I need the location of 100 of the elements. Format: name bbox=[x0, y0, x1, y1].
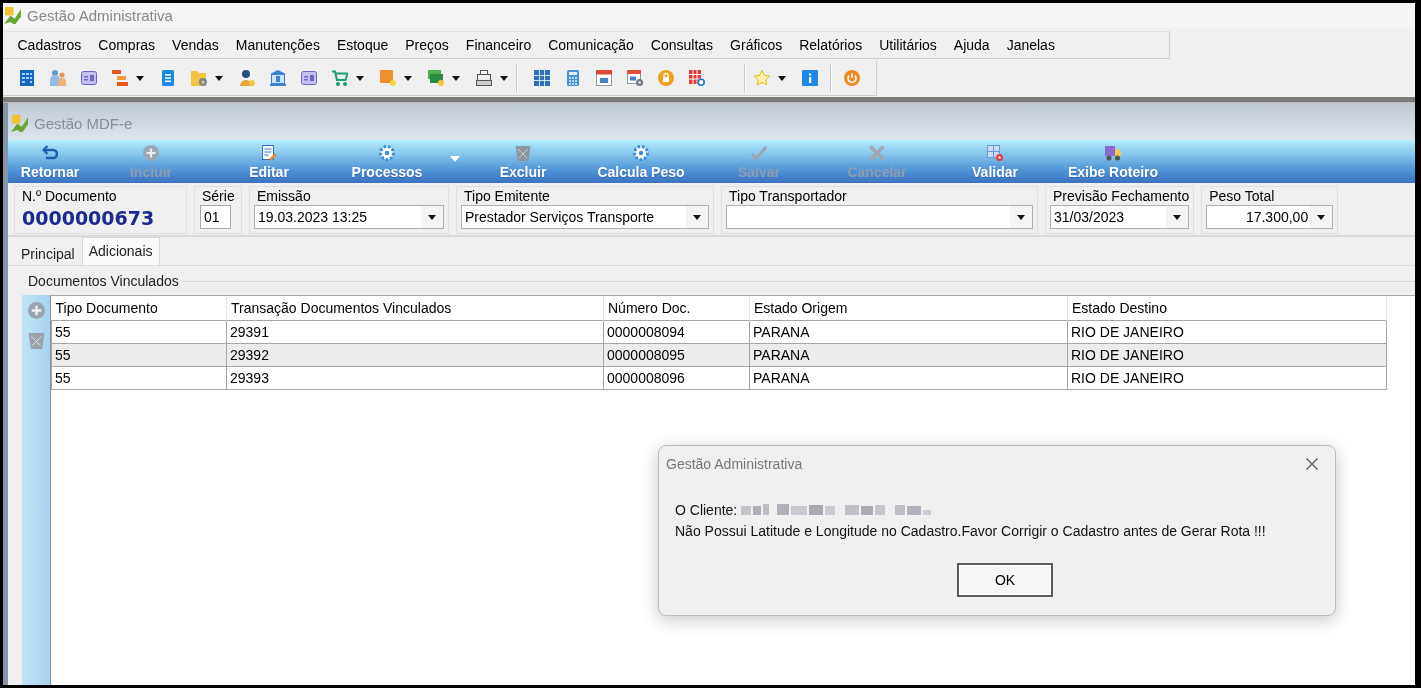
menu-item[interactable]: Gráficos bbox=[721, 37, 791, 53]
table-cell: PARANA bbox=[749, 343, 1068, 367]
document-number: 0000000673 bbox=[21, 206, 156, 231]
client-label: O Cliente: bbox=[675, 501, 738, 518]
table-cell: 0000008095 bbox=[603, 343, 750, 367]
field-label: Tipo Transportador bbox=[728, 188, 848, 205]
menu-item[interactable]: Ajuda bbox=[945, 37, 999, 53]
text-field[interactable]: 01 bbox=[200, 205, 231, 229]
ok-button[interactable]: OK bbox=[957, 563, 1053, 597]
table-cell: RIO DE JANEIRO bbox=[1067, 366, 1387, 390]
field-label: Tipo Emitente bbox=[463, 188, 551, 205]
lock-icon[interactable] bbox=[657, 70, 674, 86]
caret-icon[interactable] bbox=[693, 214, 701, 220]
caret-icon[interactable] bbox=[404, 75, 412, 81]
truck-icon bbox=[1105, 145, 1121, 161]
menu-item[interactable]: Relatórios bbox=[790, 37, 871, 53]
dialog-message: Não Possui Latitude e Longitude no Cadastro.Favor Corrigir o Cadastro antes de Gerar Rota !!! bbox=[675, 521, 1267, 541]
calculator-icon[interactable] bbox=[564, 70, 581, 86]
cross-icon bbox=[869, 145, 885, 161]
field-label: Peso Total bbox=[1208, 188, 1276, 205]
people-icon[interactable] bbox=[49, 70, 66, 86]
app-logo-icon bbox=[11, 115, 28, 132]
caret-icon[interactable] bbox=[136, 75, 144, 81]
table-cell: 29391 bbox=[226, 320, 604, 344]
menu-item[interactable]: Financeiro bbox=[457, 37, 540, 53]
table-cell: 0000008094 bbox=[603, 320, 750, 344]
window-title: Gestão Administrativa bbox=[27, 7, 173, 24]
menu-item[interactable]: Estoque bbox=[328, 37, 397, 53]
menu-item[interactable]: Cadastros bbox=[9, 37, 90, 53]
undo-arrow-icon bbox=[42, 145, 58, 161]
cart-icon[interactable] bbox=[331, 70, 348, 86]
field-label: Previsão Fechamento bbox=[1052, 188, 1190, 205]
info-icon[interactable] bbox=[801, 70, 818, 86]
caret-icon[interactable] bbox=[778, 75, 786, 81]
caret-icon[interactable] bbox=[356, 75, 364, 81]
caret-icon[interactable] bbox=[1173, 214, 1182, 220]
cash-register-icon[interactable] bbox=[475, 70, 492, 86]
calendar-icon[interactable] bbox=[626, 70, 643, 86]
edit-icon bbox=[261, 145, 277, 161]
money-icon[interactable] bbox=[427, 70, 444, 86]
card-icon[interactable] bbox=[300, 70, 317, 86]
combo-box[interactable]: Prestador Serviços Transporte bbox=[461, 205, 709, 229]
field-label: Emissão bbox=[256, 188, 312, 205]
document-icon[interactable] bbox=[159, 70, 176, 86]
close-icon[interactable] bbox=[1306, 458, 1318, 470]
table-search-icon[interactable] bbox=[688, 70, 705, 86]
menu-item[interactable]: Preços bbox=[396, 37, 458, 53]
table-cell: RIO DE JANEIRO bbox=[1067, 320, 1387, 344]
menu-item[interactable]: Manutenções bbox=[227, 37, 329, 53]
folder-icon[interactable] bbox=[190, 70, 207, 86]
table-gear-icon bbox=[987, 145, 1003, 161]
combo-box[interactable]: 17.300,00 bbox=[1206, 205, 1334, 229]
combo-box[interactable]: 19.03.2023 13:25 bbox=[254, 205, 444, 229]
gear-icon bbox=[633, 145, 649, 161]
table-cell: RIO DE JANEIRO bbox=[1067, 343, 1387, 367]
table-cell: 55 bbox=[51, 320, 227, 344]
star-icon[interactable] bbox=[753, 70, 770, 86]
caret-icon[interactable] bbox=[215, 75, 223, 81]
person-icon[interactable] bbox=[238, 70, 255, 86]
table-cell: 55 bbox=[51, 366, 227, 390]
table-cell: 0000008096 bbox=[603, 366, 750, 390]
caret-icon[interactable] bbox=[1017, 214, 1025, 220]
trash-icon bbox=[515, 145, 531, 161]
menu-item[interactable]: Vendas bbox=[163, 37, 228, 53]
table-cell: PARANA bbox=[749, 366, 1068, 390]
plus-icon[interactable] bbox=[27, 302, 45, 319]
card-icon[interactable] bbox=[80, 70, 97, 86]
combo-box[interactable]: 31/03/2023 bbox=[1050, 205, 1190, 229]
dialog-title: Gestão Administrativa bbox=[666, 456, 803, 472]
power-icon[interactable] bbox=[843, 70, 860, 86]
menu-item[interactable]: Utilitários bbox=[870, 37, 946, 53]
plus-icon bbox=[143, 145, 159, 161]
caret-icon[interactable] bbox=[428, 214, 436, 220]
field-label: Série bbox=[201, 188, 236, 205]
calendar-icon[interactable] bbox=[595, 70, 612, 86]
tile-icon[interactable] bbox=[379, 70, 396, 86]
table-cell: 55 bbox=[51, 343, 227, 367]
bank-icon[interactable] bbox=[269, 70, 286, 86]
tab[interactable]: Principal bbox=[14, 241, 82, 265]
field-label: N.º Documento bbox=[21, 188, 118, 205]
table-cell: 29392 bbox=[226, 343, 604, 367]
check-icon bbox=[751, 145, 767, 161]
hierarchy-icon[interactable] bbox=[111, 70, 128, 86]
caret-icon[interactable] bbox=[452, 75, 460, 81]
toolbar-button[interactable]: Calcula Peso bbox=[582, 140, 700, 183]
menu-item[interactable]: Compras bbox=[89, 37, 164, 53]
table-icon[interactable] bbox=[533, 70, 550, 86]
tab[interactable]: Adicionais bbox=[81, 237, 160, 265]
table-cell: 29393 bbox=[226, 366, 604, 390]
child-window-title: Gestão MDF-e bbox=[34, 115, 133, 132]
table-cell: PARANA bbox=[749, 320, 1068, 344]
gear-icon bbox=[379, 145, 395, 161]
menu-item[interactable]: Comunicação bbox=[539, 37, 643, 53]
app-logo-icon bbox=[4, 7, 21, 24]
menu-item[interactable]: Consultas bbox=[642, 37, 722, 53]
caret-icon[interactable] bbox=[500, 75, 508, 81]
group-title: Documentos Vinculados bbox=[27, 273, 179, 289]
caret-icon[interactable] bbox=[1317, 214, 1326, 220]
menu-item[interactable]: Janelas bbox=[998, 37, 1064, 53]
building-icon[interactable] bbox=[18, 70, 35, 86]
